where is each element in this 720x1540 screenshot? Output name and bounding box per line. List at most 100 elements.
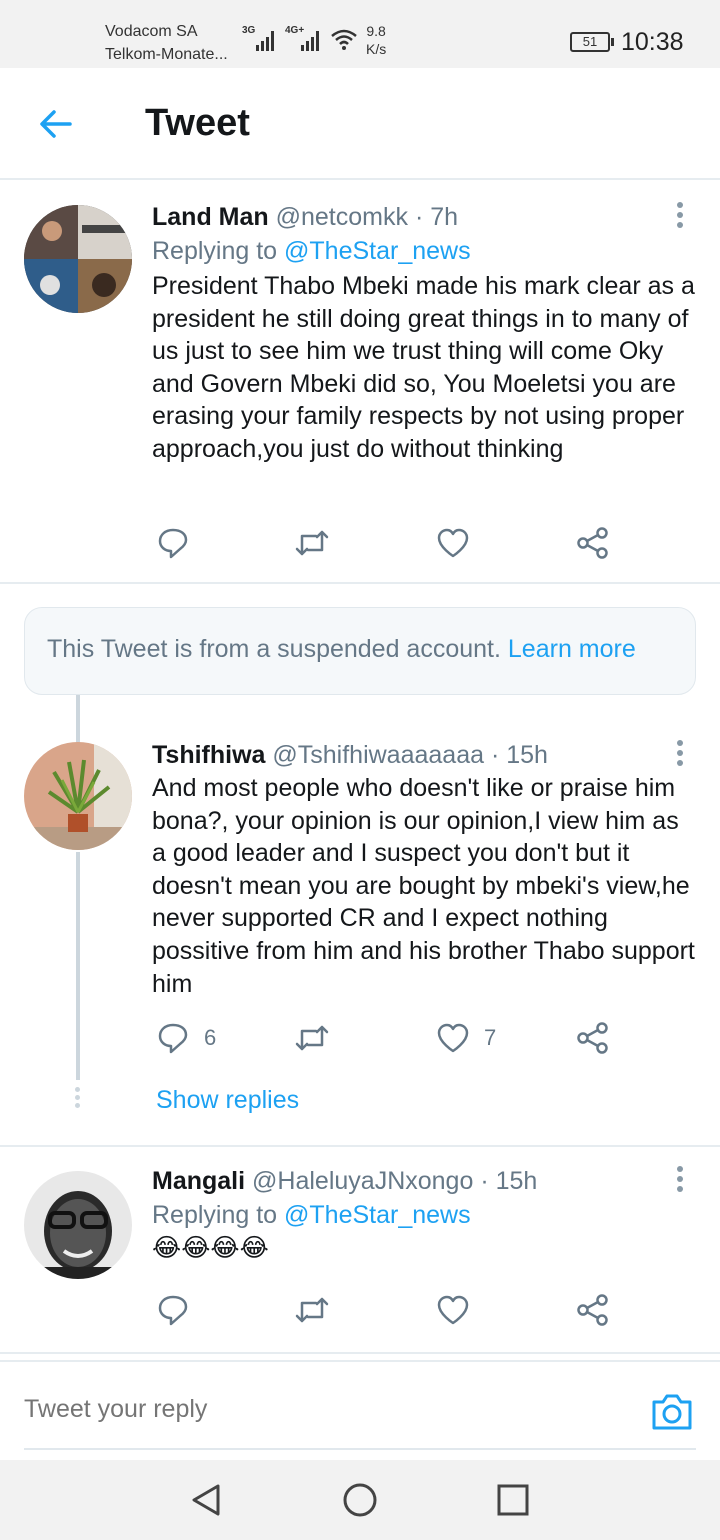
nav-back-button[interactable] [186,1480,226,1520]
wifi-icon [330,28,358,57]
tweet-time[interactable]: 15h [506,741,548,769]
more-dot-icon [677,740,683,746]
share-icon [577,1022,608,1054]
more-options-button[interactable] [674,1166,686,1196]
more-dot-icon [677,1176,683,1182]
nav-recents-icon [497,1484,529,1516]
share-icon [577,1294,608,1326]
author-name[interactable]: Mangali [152,1167,245,1195]
more-dot-icon [677,1166,683,1172]
tweet-card[interactable]: Land Man @netcomkk · 7h Replying to @The… [0,180,720,582]
divider [0,1352,720,1354]
replying-to-prefix: Replying to [152,1201,278,1229]
author-handle[interactable]: @netcomkk [276,203,408,231]
more-options-button[interactable] [674,202,686,232]
tweet-text: And most people who doesn't like or prai… [152,774,695,998]
separator-dot: · [480,1167,489,1195]
system-nav-bar [0,1460,720,1540]
arrow-left-icon [40,110,72,138]
like-button[interactable] [436,523,484,563]
avatar-collage-image [24,205,132,313]
page-title: Tweet [145,102,250,144]
reply-icon [158,1023,188,1054]
tweet-content: Mangali @HaleluyaJNxongo · 15h Replying … [152,1164,696,1265]
more-dot-icon [677,222,683,228]
status-bar: Vodacom SA Telkom-Monate... 3G 4G+ 9.8 K… [0,0,720,68]
replying-to-mention[interactable]: @TheStar_news [284,1201,471,1229]
tweet-text: President Thabo Mbeki made his mark clea… [152,272,695,463]
tweet-time[interactable]: 15h [496,1167,538,1195]
retweet-button[interactable] [294,1290,330,1330]
nav-home-button[interactable] [340,1480,380,1520]
tweet-card[interactable]: Tshifhiwa @Tshifhiwaaaaaaa · 15h And mos… [0,725,720,1145]
tweet-header: Mangali @HaleluyaJNxongo · 15h [152,1164,696,1198]
more-dot-icon [677,202,683,208]
more-dot-icon [677,212,683,218]
tweet-header: Tshifhiwa @Tshifhiwaaaaaaa · 15h [152,738,696,772]
tweet-actions [152,1290,632,1330]
clock: 10:38 [621,28,684,56]
like-button[interactable] [436,1290,484,1330]
top-app-bar: Tweet [0,68,720,180]
carrier-2: Telkom-Monate... [105,46,228,63]
reply-button[interactable] [156,523,204,563]
tweet-actions [152,523,632,563]
camera-icon [652,1394,692,1430]
share-button[interactable] [576,1290,610,1330]
suspended-message: This Tweet is from a suspended account. [47,635,501,663]
tweet-header: Land Man @netcomkk · 7h [152,200,696,234]
reply-button[interactable] [156,1290,204,1330]
divider [0,582,720,584]
avatar[interactable] [24,1171,132,1279]
camera-button[interactable] [650,1392,694,1432]
carrier-1: Vodacom SA [105,23,198,40]
heart-icon [437,1023,469,1053]
reply-composer [0,1360,720,1460]
tweet-time[interactable]: 7h [430,203,458,231]
replying-to: Replying to @TheStar_news [152,1198,696,1232]
tweet-text: 😂😂😂😂 [152,1234,269,1262]
reply-input[interactable] [24,1395,624,1424]
share-button[interactable] [576,1018,610,1058]
nav-recents-button[interactable] [493,1480,533,1520]
tweet-card[interactable]: Mangali @HaleluyaJNxongo · 15h Replying … [0,1147,720,1352]
like-button[interactable]: 7 [436,1018,496,1058]
avatar[interactable] [24,742,132,850]
share-icon [577,527,608,559]
more-options-button[interactable] [674,740,686,770]
separator-dot: · [414,203,424,231]
more-dot-icon [677,750,683,756]
replying-to-prefix: Replying to [152,237,278,265]
nav-back-icon [192,1484,220,1516]
reply-count: 6 [204,1025,217,1050]
tweet-content: Tshifhiwa @Tshifhiwaaaaaaa · 15h And mos… [152,738,696,1000]
heart-icon [437,1295,469,1325]
learn-more-link[interactable]: Learn more [508,635,636,663]
speed-unit: K/s [366,41,387,57]
author-handle[interactable]: @HaleluyaJNxongo [252,1167,473,1195]
suspended-account-notice: This Tweet is from a suspended account. … [24,607,696,695]
tweet-content: Land Man @netcomkk · 7h Replying to @The… [152,200,696,466]
network-speed: 9.8 K/s [366,22,386,58]
tweet-actions: 6 7 [152,1018,632,1058]
reply-icon [158,528,188,559]
heart-icon [437,528,469,558]
avatar-plant-image [24,742,132,850]
share-button[interactable] [576,523,610,563]
author-name[interactable]: Land Man [152,203,269,231]
author-name[interactable]: Tshifhiwa [152,741,265,769]
replying-to-mention[interactable]: @TheStar_news [284,237,471,265]
retweet-icon [295,1297,329,1323]
avatar[interactable] [24,205,132,313]
show-replies-link[interactable]: Show replies [156,1086,299,1115]
input-underline [24,1448,696,1450]
reply-button[interactable]: 6 [156,1018,216,1058]
retweet-button[interactable] [294,523,330,563]
author-handle[interactable]: @Tshifhiwaaaaaaa [272,741,484,769]
like-count: 7 [484,1025,497,1050]
suspended-text: This Tweet is from a suspended account. … [47,635,636,664]
reply-icon [158,1295,188,1326]
retweet-icon [295,1025,329,1051]
retweet-button[interactable] [294,1018,330,1058]
back-button[interactable] [34,104,78,144]
